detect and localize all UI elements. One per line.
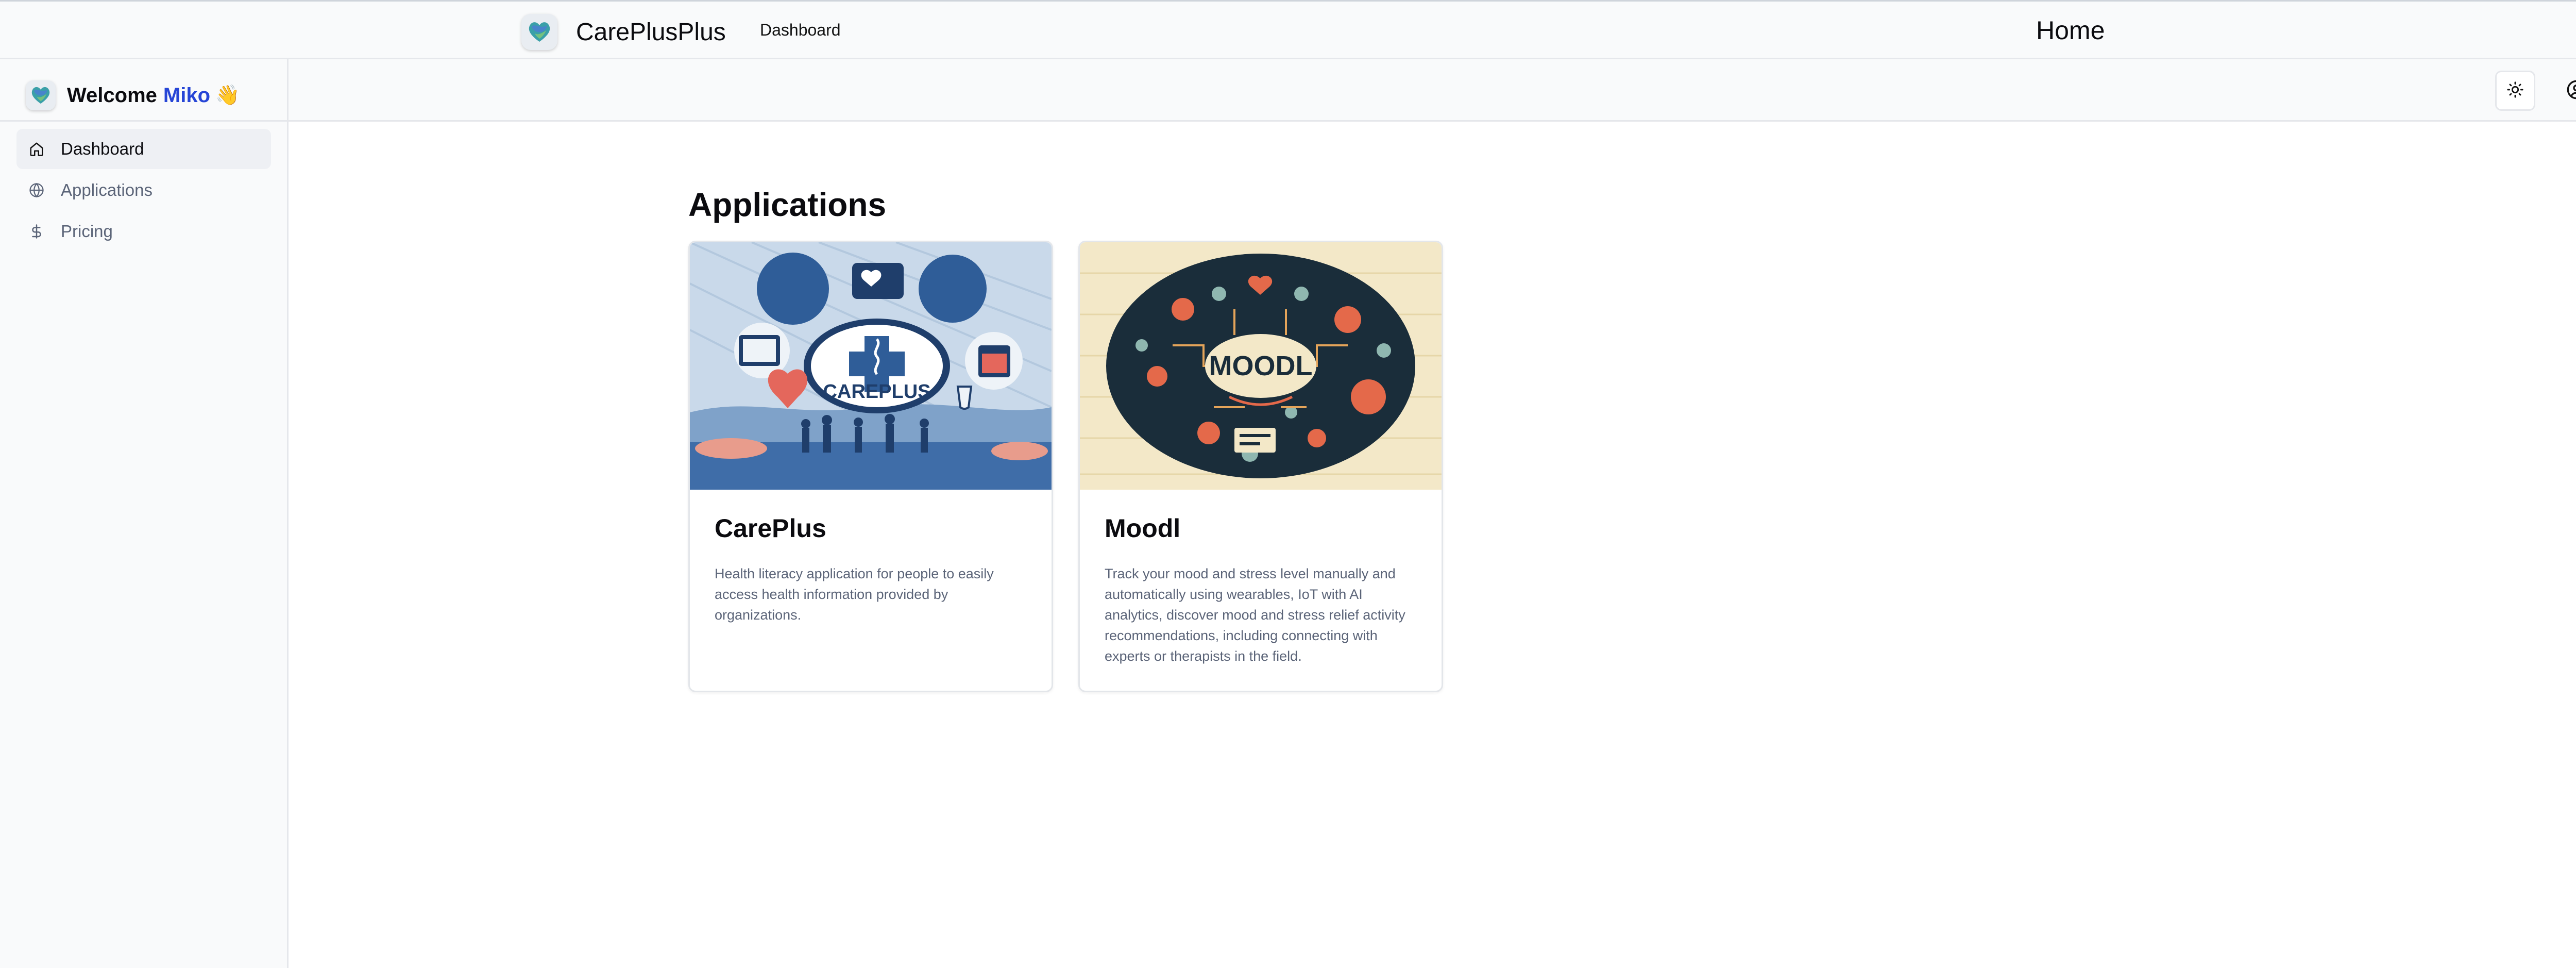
- sidebar-item-applications[interactable]: Applications: [16, 170, 271, 210]
- content-header: [289, 59, 2576, 122]
- app-logo: [521, 14, 557, 50]
- sidebar-item-pricing[interactable]: Pricing: [16, 211, 271, 252]
- sidebar-item-label: Dashboard: [61, 139, 144, 158]
- top-navbar: CarePlusPlus Dashboard Home: [0, 0, 2576, 59]
- sidebar-item-dashboard[interactable]: Dashboard: [16, 129, 271, 169]
- careplus-illustration: CAREPLUS: [690, 242, 1052, 490]
- app-logo: [26, 80, 56, 110]
- card-description: Track your mood and stress level manuall…: [1105, 566, 1405, 664]
- sidebar: Welcome Miko 👋 Dashboard Applications Pr…: [0, 59, 289, 968]
- home-icon: [28, 140, 45, 158]
- theme-toggle-button[interactable]: [2495, 71, 2535, 111]
- globe-icon: [28, 181, 45, 199]
- page-label: Home: [2036, 16, 2105, 45]
- sidebar-item-label: Applications: [61, 180, 152, 199]
- wave-icon: 👋: [215, 85, 240, 106]
- nav-link-dashboard[interactable]: Dashboard: [760, 21, 841, 40]
- brand-name: CarePlusPlus: [576, 18, 726, 46]
- welcome-header: Welcome Miko 👋: [26, 77, 240, 113]
- account-button[interactable]: [2556, 71, 2576, 111]
- moodl-image-label: MOODL: [1209, 351, 1313, 381]
- sidebar-item-label: Pricing: [61, 222, 113, 241]
- moodl-illustration: MOODL: [1080, 242, 1442, 490]
- sidebar-nav: Dashboard Applications Pricing: [16, 129, 271, 253]
- card-title: CarePlus: [715, 514, 826, 543]
- user-circle-icon: [2566, 79, 2576, 103]
- brand[interactable]: CarePlusPlus: [521, 14, 726, 50]
- app-card-careplus[interactable]: CAREPLUS CarePlus Health literacy applic…: [688, 241, 1053, 692]
- careplus-image-label: CAREPLUS: [823, 381, 930, 403]
- card-title: Moodl: [1105, 514, 1181, 543]
- welcome-text: Welcome: [67, 84, 157, 107]
- dollar-icon: [28, 223, 45, 240]
- sun-icon: [2506, 81, 2524, 101]
- page-title: Applications: [688, 186, 887, 223]
- sidebar-divider: [0, 120, 289, 122]
- welcome-user-name: Miko: [163, 84, 211, 107]
- card-description: Health literacy application for people t…: [715, 566, 994, 623]
- app-card-moodl[interactable]: MOODL Moodl Track your mood and stress l…: [1078, 241, 1443, 692]
